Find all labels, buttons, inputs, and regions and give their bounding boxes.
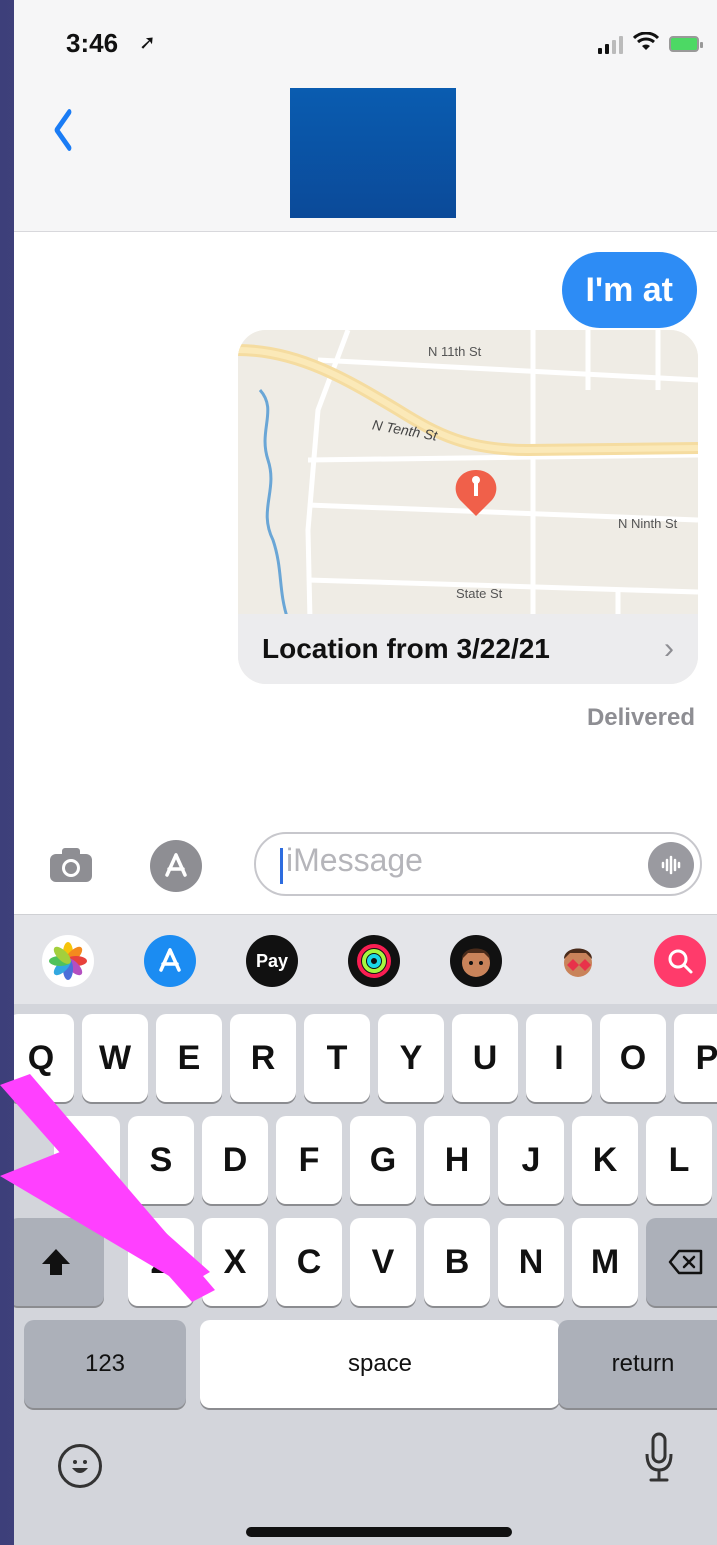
contact-avatar-redacted[interactable] — [290, 88, 456, 218]
key-r[interactable]: R — [230, 1014, 296, 1102]
map-footer[interactable]: Location from 3/22/21 › — [238, 614, 698, 684]
sent-message-bubble[interactable]: I'm at — [561, 252, 697, 328]
shift-key[interactable] — [14, 1218, 104, 1306]
apple-pay-icon[interactable]: Pay — [246, 935, 298, 987]
audio-message-button[interactable] — [648, 842, 694, 888]
key-v[interactable]: V — [350, 1218, 416, 1306]
memoji-icon[interactable] — [450, 935, 502, 987]
location-arrow-icon: ➚ — [139, 32, 156, 54]
app-store-icon[interactable] — [144, 935, 196, 987]
app-store-button[interactable] — [150, 840, 202, 892]
key-c[interactable]: C — [276, 1218, 342, 1306]
shift-icon — [42, 1249, 70, 1275]
memoji-stickers-icon[interactable] — [552, 935, 604, 987]
waveform-icon — [661, 855, 681, 875]
key-m[interactable]: M — [572, 1218, 638, 1306]
back-button[interactable] — [53, 108, 74, 161]
keyboard-row-1: Q W E R T Y U I O P — [14, 1014, 717, 1104]
emoji-icon — [72, 1460, 88, 1473]
key-u[interactable]: U — [452, 1014, 518, 1102]
street-label: N 11th St — [428, 344, 482, 359]
app-store-icon — [165, 853, 187, 877]
key-d[interactable]: D — [202, 1116, 268, 1204]
home-indicator — [246, 1527, 512, 1537]
key-l[interactable]: L — [646, 1116, 712, 1204]
apple-pay-label: Pay — [255, 950, 289, 971]
keyboard-row-3: Z X C V B N M — [14, 1218, 717, 1308]
emoji-button[interactable] — [58, 1444, 102, 1488]
key-h[interactable]: H — [424, 1116, 490, 1204]
key-p[interactable]: P — [674, 1014, 717, 1102]
key-a[interactable]: A — [54, 1116, 120, 1204]
message-input[interactable] — [286, 842, 626, 879]
key-b[interactable]: B — [424, 1218, 490, 1306]
backspace-icon — [668, 1249, 703, 1275]
web-search-icon[interactable] — [654, 935, 706, 987]
return-key[interactable]: return — [558, 1320, 717, 1408]
text-cursor — [280, 848, 283, 884]
delete-key[interactable] — [646, 1218, 717, 1306]
message-input-row — [14, 826, 717, 916]
key-j[interactable]: J — [498, 1116, 564, 1204]
key-i[interactable]: I — [526, 1014, 592, 1102]
key-g[interactable]: G — [350, 1116, 416, 1204]
street-label: N Ninth St — [618, 516, 678, 531]
street-label: State St — [456, 586, 503, 601]
microphone-icon — [645, 1432, 673, 1482]
status-time: 3:46 — [66, 28, 119, 58]
map-image — [238, 330, 698, 620]
location-date-label: Location from 3/22/21 — [262, 633, 550, 664]
chevron-right-icon: › — [664, 632, 674, 665]
delivery-status: Delivered — [586, 704, 695, 731]
numbers-key[interactable]: 123 — [24, 1320, 186, 1408]
wifi-icon — [632, 31, 660, 55]
imessage-app-strip: Pay — [14, 914, 717, 1004]
conversation-header: 3:46 ➚ — [14, 0, 717, 232]
activity-icon[interactable] — [348, 935, 400, 987]
message-field[interactable] — [254, 832, 702, 896]
key-t[interactable]: T — [304, 1014, 370, 1102]
key-k[interactable]: K — [572, 1116, 638, 1204]
phone-screen: 3:46 ➚ I'm at N 11th St N Tenth St N Nin… — [14, 0, 717, 1545]
camera-icon — [50, 848, 92, 882]
cellular-signal-icon — [598, 34, 623, 54]
key-n[interactable]: N — [498, 1218, 564, 1306]
key-x[interactable]: X — [202, 1218, 268, 1306]
key-f[interactable]: F — [276, 1116, 342, 1204]
camera-button[interactable] — [48, 846, 94, 884]
status-icons — [598, 31, 703, 55]
key-y[interactable]: Y — [378, 1014, 444, 1102]
key-q[interactable]: Q — [14, 1014, 74, 1102]
key-z[interactable]: Z — [128, 1218, 194, 1306]
keyboard-row-2: A S D F G H J K L — [14, 1116, 717, 1206]
battery-charging-icon — [669, 35, 703, 52]
keyboard: Pay Q W E R T Y U I O P A S D F G H J K … — [14, 914, 717, 1545]
key-e[interactable]: E — [156, 1014, 222, 1102]
chevron-left-icon — [54, 109, 72, 151]
photos-icon[interactable] — [42, 935, 94, 987]
location-map-card[interactable]: N 11th St N Tenth St N Ninth St State St… — [238, 330, 698, 684]
key-o[interactable]: O — [600, 1014, 666, 1102]
sent-message-text: I'm at — [585, 270, 673, 309]
key-s[interactable]: S — [128, 1116, 194, 1204]
key-w[interactable]: W — [82, 1014, 148, 1102]
keyboard-row-4: 123 space return — [14, 1320, 717, 1410]
space-key[interactable]: space — [200, 1320, 560, 1408]
dictation-button[interactable] — [644, 1430, 674, 1490]
